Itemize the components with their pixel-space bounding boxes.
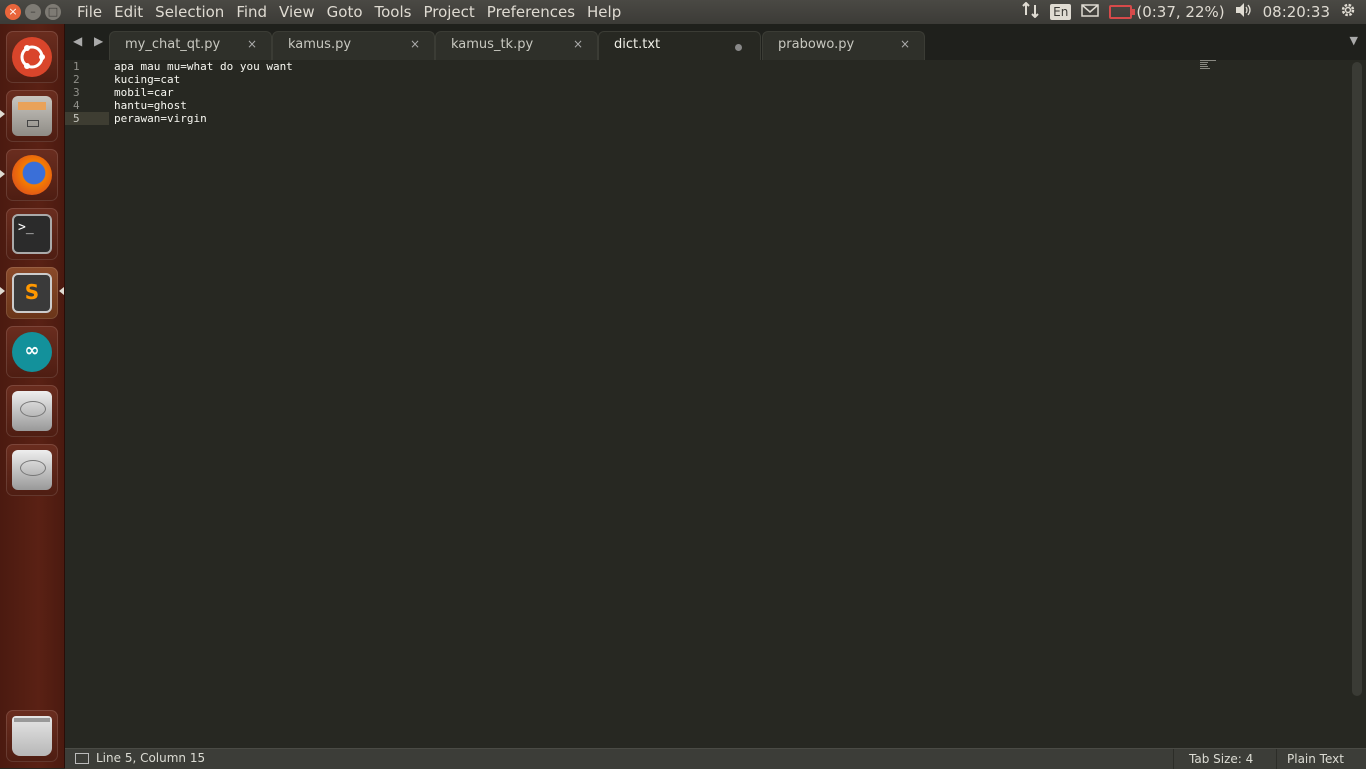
launcher-firefox[interactable] — [6, 149, 58, 201]
menu-find[interactable]: Find — [230, 0, 273, 24]
battery-icon — [1109, 5, 1136, 19]
menu-file[interactable]: File — [71, 0, 108, 24]
tab-label: dict.txt — [614, 37, 661, 52]
hard-drive-icon — [12, 391, 52, 431]
line-number: 5 — [65, 112, 109, 125]
line-number: 2 — [73, 73, 80, 86]
running-indicator — [0, 170, 5, 178]
gear-icon[interactable] — [1340, 2, 1356, 22]
close-window-button[interactable]: × — [5, 4, 21, 20]
running-indicator — [0, 287, 5, 295]
launcher-sublime-text[interactable]: S — [6, 267, 58, 319]
network-icon[interactable] — [1022, 1, 1040, 22]
menu-help[interactable]: Help — [581, 0, 627, 24]
menu-bar: File Edit Selection Find View Goto Tools… — [71, 0, 627, 24]
tab-dict-txt[interactable]: dict.txt — [598, 31, 761, 61]
firefox-icon — [12, 155, 52, 195]
tab-label: kamus_tk.py — [451, 37, 534, 52]
line-number: 4 — [73, 99, 80, 112]
ubuntu-logo-icon — [12, 37, 52, 77]
editor-line[interactable]: 3 mobil=car — [65, 86, 1195, 99]
tab-size-selector[interactable]: Tab Size: 4 — [1173, 749, 1277, 769]
line-text[interactable]: perawan=virgin — [114, 112, 207, 125]
menu-selection[interactable]: Selection — [149, 0, 230, 24]
status-bar: Line 5, Column 15 Tab Size: 4 Plain Text — [65, 748, 1366, 769]
line-text[interactable]: apa mau mu=what do you want — [114, 60, 293, 73]
launcher-files[interactable] — [6, 90, 58, 142]
line-text[interactable]: kucing=cat — [114, 73, 180, 86]
tab-kamus-tk[interactable]: kamus_tk.py × — [435, 31, 598, 61]
battery-indicator[interactable]: (0:37, 22%) — [1109, 3, 1225, 21]
terminal-icon: >_ — [12, 214, 52, 254]
hard-drive-icon — [12, 450, 52, 490]
launcher-drive-2[interactable] — [6, 444, 58, 496]
text-editor[interactable]: 1 apa mau mu=what do you want 2 kucing=c… — [65, 60, 1351, 748]
tab-label: kamus.py — [288, 37, 352, 52]
battery-status: (0:37, 22%) — [1136, 3, 1225, 21]
running-indicator — [0, 110, 5, 118]
close-icon[interactable]: × — [573, 37, 583, 51]
editor-line[interactable]: 1 apa mau mu=what do you want — [65, 60, 1195, 73]
tab-list-dropdown[interactable]: ▼ — [1350, 34, 1358, 47]
launcher-terminal[interactable]: >_ — [6, 208, 58, 260]
clock[interactable]: 08:20:33 — [1263, 3, 1330, 21]
launcher-drive-1[interactable] — [6, 385, 58, 437]
system-indicators: En (0:37, 22%) 08:20:33 — [1022, 0, 1366, 24]
line-number: 1 — [73, 60, 80, 73]
minimap[interactable] — [1200, 60, 1216, 70]
launcher-trash[interactable] — [6, 710, 58, 762]
focused-indicator — [59, 287, 64, 295]
modified-dot-icon[interactable] — [735, 44, 742, 51]
menu-project[interactable]: Project — [417, 0, 480, 24]
volume-icon[interactable] — [1235, 3, 1253, 21]
syntax-selector[interactable]: Plain Text — [1276, 749, 1366, 769]
tab-label: my_chat_qt.py — [125, 37, 221, 52]
menu-tools[interactable]: Tools — [369, 0, 418, 24]
keyboard-language-indicator[interactable]: En — [1050, 4, 1072, 20]
launcher: >_ S ∞ — [0, 24, 65, 768]
minimize-window-button[interactable]: – — [25, 4, 41, 20]
panel-toggle-icon[interactable] — [75, 753, 89, 764]
cursor-position: Line 5, Column 15 — [96, 751, 206, 765]
menu-edit[interactable]: Edit — [108, 0, 149, 24]
tab-prabowo[interactable]: prabowo.py × — [762, 31, 925, 61]
sublime-text-icon: S — [12, 273, 52, 313]
tab-bar: ◀ ▶ my_chat_qt.py × kamus.py × kamus_tk.… — [65, 24, 1366, 61]
menu-view[interactable]: View — [273, 0, 321, 24]
tab-label: prabowo.py — [778, 37, 855, 52]
menu-goto[interactable]: Goto — [321, 0, 369, 24]
file-cabinet-icon — [12, 96, 52, 136]
line-text[interactable]: hantu=ghost — [114, 99, 187, 112]
close-icon[interactable]: × — [900, 37, 910, 51]
launcher-ubuntu-dash[interactable] — [6, 31, 58, 83]
close-icon[interactable]: × — [410, 37, 420, 51]
editor-line[interactable]: 2 kucing=cat — [65, 73, 1195, 86]
editor-line[interactable]: 4 hantu=ghost — [65, 99, 1195, 112]
menu-preferences[interactable]: Preferences — [481, 0, 581, 24]
tab-navigation-arrows[interactable]: ◀ ▶ — [73, 34, 107, 48]
tab-my-chat-qt[interactable]: my_chat_qt.py × — [109, 31, 272, 61]
line-text[interactable]: mobil=car — [114, 86, 174, 99]
close-icon[interactable]: × — [247, 37, 257, 51]
vertical-scrollbar[interactable] — [1352, 62, 1362, 696]
mail-icon[interactable] — [1081, 3, 1100, 21]
launcher-arduino[interactable]: ∞ — [6, 326, 58, 378]
maximize-window-button[interactable]: □ — [45, 4, 61, 20]
line-number: 3 — [73, 86, 80, 99]
trash-icon — [12, 716, 52, 756]
tab-kamus[interactable]: kamus.py × — [272, 31, 435, 61]
arduino-icon: ∞ — [12, 332, 52, 372]
editor-line-current[interactable]: 5 perawan=virgin — [65, 112, 1195, 125]
top-menu-bar: × – □ File Edit Selection Find View Goto… — [0, 0, 1366, 24]
